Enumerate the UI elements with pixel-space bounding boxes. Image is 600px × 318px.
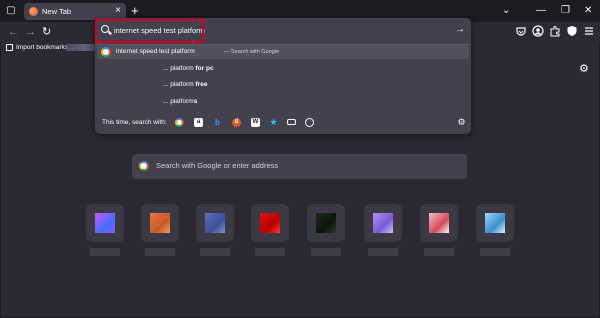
suggestion-row[interactable]: ... platform free <box>97 78 469 92</box>
top-site-tile[interactable] <box>86 204 124 242</box>
top-site-tile[interactable] <box>476 204 514 242</box>
tile-icon <box>260 213 280 233</box>
top-site-tile[interactable] <box>420 204 458 242</box>
tab-list-icon[interactable]: ▢ <box>4 4 18 18</box>
duckduckgo-engine-icon[interactable]: d <box>232 118 241 127</box>
tile-icon <box>485 213 505 233</box>
close-window-button[interactable]: ✕ <box>584 2 592 19</box>
top-site-tile[interactable] <box>307 204 345 242</box>
top-site-tile[interactable] <box>196 204 234 242</box>
tab-label: New Tab <box>42 7 72 16</box>
tile-icon <box>373 213 393 233</box>
bookmarks-engine-icon[interactable]: ★ <box>269 118 278 127</box>
extensions-icon[interactable] <box>549 25 561 37</box>
one-off-search-row: This time, search with: a b d W ★ ⚙ <box>95 114 471 132</box>
top-site-label <box>311 248 341 256</box>
google-icon <box>139 161 149 171</box>
suggestion-text: ... platform free <box>163 81 208 88</box>
history-engine-icon[interactable] <box>305 118 314 127</box>
suggestion-text: ... platforms <box>163 98 198 105</box>
tile-icon <box>95 213 115 233</box>
top-site-label <box>90 248 120 256</box>
suggestion-text: ... platform for pc <box>163 65 214 72</box>
suggestion-text: internet speed test platform <box>116 48 195 55</box>
tabs-engine-icon[interactable] <box>287 119 296 125</box>
close-tab-icon[interactable]: × <box>115 4 121 18</box>
suggestion-row[interactable]: ... platforms <box>97 95 469 109</box>
urlbar-dropdown: internet speed test platform → internet … <box>95 18 471 134</box>
tile-icon <box>429 213 449 233</box>
top-site-tile[interactable] <box>364 204 402 242</box>
suggestion-action: — Search with Google <box>224 49 280 55</box>
top-site-label <box>480 248 510 256</box>
search-placeholder: Search with Google or enter address <box>156 161 279 170</box>
tile-icon <box>150 213 170 233</box>
top-site-label <box>145 248 175 256</box>
red-highlight-box <box>95 19 204 43</box>
bing-engine-icon[interactable]: b <box>213 118 222 127</box>
newtab-settings-icon[interactable]: ⚙ <box>579 63 589 75</box>
top-site-label <box>255 248 285 256</box>
import-bookmarks-icon <box>6 44 13 51</box>
amazon-engine-icon[interactable]: a <box>194 118 203 127</box>
tile-icon <box>316 213 336 233</box>
firefox-icon <box>29 7 38 16</box>
top-site-label <box>424 248 454 256</box>
list-all-tabs-icon[interactable]: ⌄ <box>502 2 510 19</box>
shield-icon[interactable] <box>566 25 578 37</box>
back-icon[interactable]: ← <box>8 24 19 40</box>
one-off-label: This time, search with: <box>102 119 167 126</box>
tile-icon <box>205 213 225 233</box>
search-settings-icon[interactable]: ⚙ <box>457 118 466 127</box>
forward-icon[interactable]: → <box>25 24 36 40</box>
top-site-label <box>368 248 398 256</box>
google-icon <box>101 47 111 57</box>
suggestion-row[interactable]: ... platform for pc <box>97 62 469 76</box>
go-arrow-icon[interactable]: → <box>455 23 465 37</box>
google-engine-icon[interactable] <box>175 118 184 127</box>
new-tab-button[interactable]: + <box>131 2 139 19</box>
account-icon[interactable] <box>532 25 544 37</box>
top-site-label <box>200 248 230 256</box>
wikipedia-engine-icon[interactable]: W <box>251 118 260 127</box>
top-site-tile[interactable] <box>251 204 289 242</box>
newtab-search-box[interactable]: Search with Google or enter address <box>132 154 467 179</box>
urlbar[interactable]: internet speed test platform → <box>95 18 471 44</box>
reload-icon[interactable]: ↻ <box>42 24 51 40</box>
minimize-button[interactable]: — <box>536 2 546 19</box>
maximize-button[interactable]: ❐ <box>561 2 570 19</box>
app-menu-icon[interactable] <box>583 25 595 37</box>
top-site-tile[interactable] <box>141 204 179 242</box>
suggestion-row[interactable]: internet speed test platform — Search wi… <box>97 45 469 59</box>
import-bookmarks-link[interactable]: Import bookmarks... <box>16 42 73 53</box>
pocket-icon[interactable] <box>515 25 527 37</box>
